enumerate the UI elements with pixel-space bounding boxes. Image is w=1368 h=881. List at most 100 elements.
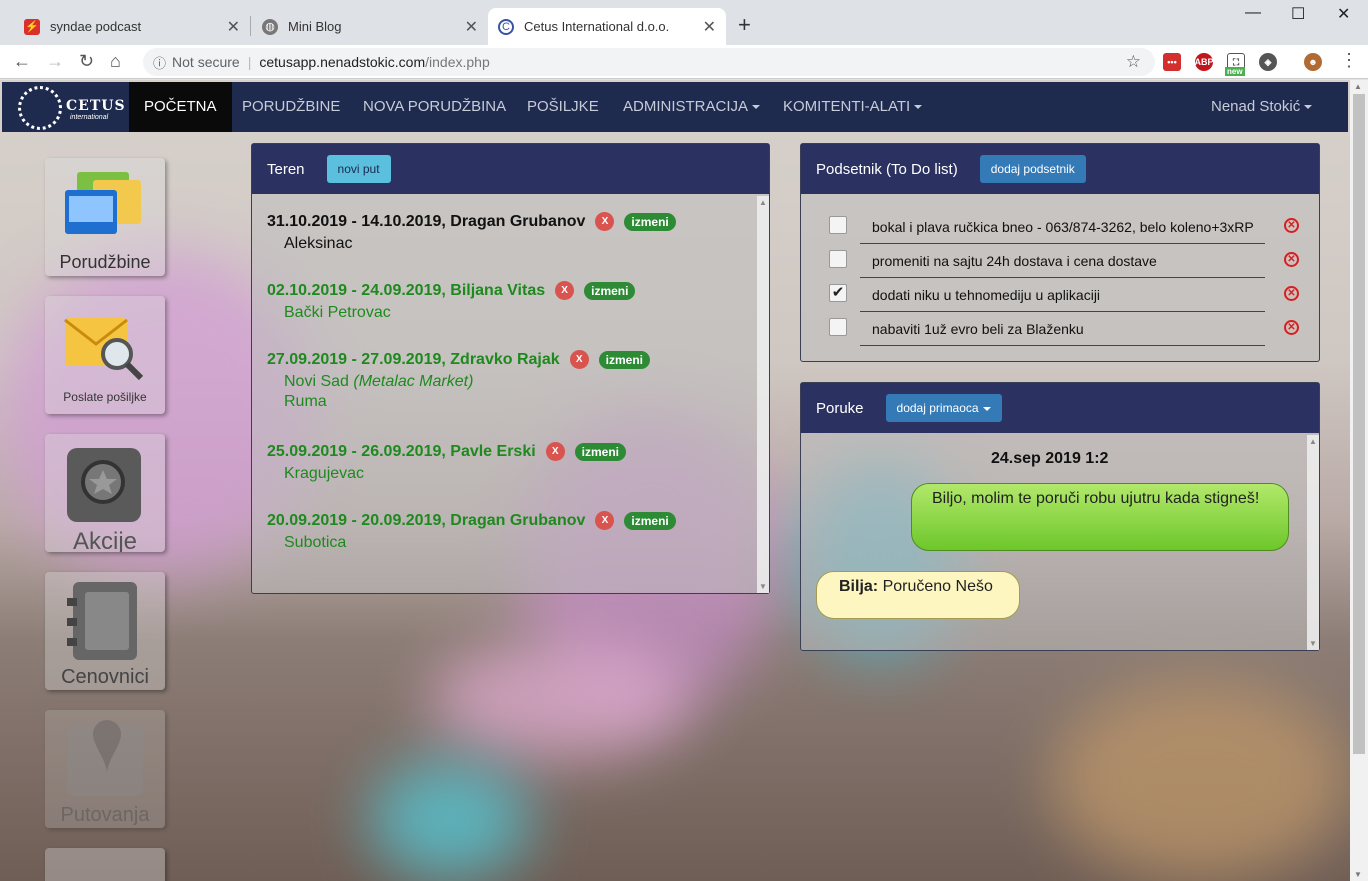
scroll-up-icon[interactable]: ▲ (1309, 437, 1317, 446)
new-tab-icon[interactable]: + (738, 12, 751, 38)
edit-trip-button[interactable]: izmeni (598, 350, 650, 369)
extension-dots-icon[interactable]: ••• (1163, 53, 1181, 71)
sidebar-label: Cenovnici (61, 666, 149, 688)
edit-trip-button[interactable]: izmeni (624, 511, 676, 530)
user-menu[interactable]: Nenad Stokić (1196, 82, 1327, 132)
address-bar[interactable]: ⓘ Not secure | cetusapp.nenadstokic.com … (143, 48, 1155, 76)
trip-place: Aleksinac (284, 235, 353, 252)
todo-text[interactable]: promeniti na sajtu 24h dostava i cena do… (860, 244, 1265, 278)
scroll-up-icon[interactable]: ▲ (1354, 82, 1362, 91)
trip-title[interactable]: 02.10.2019 - 24.09.2019, Biljana Vitas (267, 282, 545, 300)
info-icon[interactable]: ⓘ (153, 53, 166, 72)
minimize-icon[interactable]: — (1245, 4, 1261, 22)
sidebar-item-more[interactable] (45, 848, 165, 881)
nav-posiljke[interactable]: POŠILJKE (512, 82, 614, 132)
trip-entry: 02.10.2019 - 24.09.2019, Biljana Vitas X… (267, 281, 636, 322)
adblock-icon[interactable]: ABP (1195, 53, 1214, 71)
incoming-message-bubble: Bilja: Poručeno Nešo (816, 571, 1020, 619)
edit-trip-button[interactable]: izmeni (584, 281, 636, 300)
podcast-favicon-icon: ⚡ (24, 18, 40, 35)
delete-circle-icon[interactable]: ✕ (1284, 218, 1299, 233)
delete-trip-button[interactable]: X (569, 350, 589, 369)
trip-title[interactable]: 20.09.2019 - 20.09.2019, Dragan Grubanov (267, 512, 585, 530)
close-icon[interactable]: ✕ (703, 17, 716, 37)
trip-title[interactable]: 25.09.2019 - 26.09.2019, Pavle Erski (267, 443, 536, 461)
sidebar-item-porudzbine[interactable]: Porudžbine (45, 158, 165, 276)
trip-place: Kragujevac (284, 465, 365, 482)
sidebar-item-cenovnici[interactable]: Cenovnici (45, 572, 165, 690)
panel-title: Poruke (816, 399, 864, 417)
trip-entry: 27.09.2019 - 27.09.2019, Zdravko Rajak X… (267, 350, 650, 411)
button-label: dodaj primaoca (896, 401, 979, 415)
reload-icon[interactable]: ↻ (79, 51, 94, 72)
browser-tab-syndae[interactable]: ⚡ syndae podcast ✕ (14, 8, 250, 45)
tab-title: syndae podcast (50, 19, 142, 34)
edit-trip-button[interactable]: izmeni (574, 442, 627, 461)
todo-text[interactable]: nabaviti 1už evro beli za Blaženku (860, 312, 1265, 346)
back-arrow-icon[interactable]: ← (13, 51, 31, 72)
nav-administracija[interactable]: ADMINISTRACIJA (608, 82, 775, 132)
nav-porudzbine[interactable]: PORUDŽBINE (227, 82, 355, 132)
delete-circle-icon[interactable]: ✕ (1284, 286, 1299, 301)
delete-trip-button[interactable]: X (595, 511, 615, 530)
delete-trip-button[interactable]: X (545, 442, 565, 461)
profile-avatar[interactable]: ☻ (1304, 53, 1322, 71)
url-path: /index.php (425, 54, 490, 70)
poruke-panel: Poruke dodaj primaoca ▲ ▼ 24.sep 2019 1:… (800, 382, 1320, 651)
delete-circle-icon[interactable]: ✕ (1284, 252, 1299, 267)
todo-text[interactable]: dodati niku u tehnomediju u aplikaciji (860, 278, 1265, 312)
teren-panel: Teren novi put ▲ ▼ 31.10.2019 - 14.10.20… (251, 143, 770, 594)
scroll-down-icon[interactable]: ▼ (759, 582, 767, 591)
trip-title[interactable]: 31.10.2019 - 14.10.2019, Dragan Grubanov (267, 213, 585, 231)
todo-checkbox[interactable] (829, 250, 847, 268)
window-close-icon[interactable]: ✕ (1337, 4, 1350, 24)
sidebar-item-poslate-posiljke[interactable]: Poslate pošiljke (45, 296, 165, 414)
trip-place: Ruma (284, 393, 327, 410)
scrollbar-thumb[interactable] (1353, 94, 1365, 754)
nav-komitenti-alati[interactable]: KOMITENTI-ALATI (768, 82, 937, 132)
page-scrollbar[interactable]: ▲ ▼ (1350, 80, 1368, 881)
browser-tab-mini-blog[interactable]: ◍ Mini Blog ✕ (252, 8, 488, 45)
browser-tab-cetus[interactable]: C Cetus International d.o.o. ✕ (488, 8, 726, 45)
close-icon[interactable]: ✕ (465, 17, 478, 37)
sidebar-item-putovanja[interactable]: Putovanja (45, 710, 165, 828)
todo-item: ✔ dodati niku u tehnomediju u aplikaciji… (826, 278, 1299, 312)
scroll-up-icon[interactable]: ▲ (759, 198, 767, 207)
shield-extension-icon[interactable]: ◈ (1259, 53, 1277, 71)
todo-checkbox[interactable] (829, 216, 847, 234)
panel-title: Teren (267, 160, 305, 178)
home-icon[interactable]: ⌂ (110, 51, 121, 72)
teren-scrollbar[interactable]: ▲ ▼ (757, 196, 769, 593)
todo-text[interactable]: bokal i plava ručkica bneo - 063/874-326… (860, 210, 1265, 244)
sidebar-item-akcije[interactable]: Akcije (45, 434, 165, 552)
todo-checkbox-checked[interactable]: ✔ (829, 284, 847, 302)
map-pin-icon (67, 720, 143, 796)
novi-put-button[interactable]: novi put (326, 155, 391, 183)
delete-trip-button[interactable]: X (555, 281, 575, 300)
message-thread: 24.sep 2019 1:2 Biljo, molim te poruči r… (801, 435, 1306, 650)
close-icon[interactable]: ✕ (227, 17, 240, 37)
nav-nova-porudzbina[interactable]: NOVA PORUDŽBINA (348, 82, 521, 132)
dodaj-podsetnik-button[interactable]: dodaj podsetnik (979, 155, 1086, 183)
dodaj-primaoca-button[interactable]: dodaj primaoca (885, 394, 1002, 422)
delete-trip-button[interactable]: X (595, 212, 615, 231)
maximize-icon[interactable]: ☐ (1291, 4, 1305, 24)
promo-tag-icon (67, 448, 141, 522)
message-text: Poručeno Nešo (882, 578, 993, 595)
poruke-scrollbar[interactable]: ▲ ▼ (1307, 435, 1319, 650)
caret-down-icon (914, 105, 923, 110)
nav-pocetna[interactable]: POČETNA (129, 82, 232, 132)
scroll-down-icon[interactable]: ▼ (1354, 870, 1362, 879)
trip-place-note: (Metalac Market) (353, 373, 474, 390)
url-host: cetusapp.nenadstokic.com (259, 54, 426, 70)
menu-dots-icon[interactable]: ⋮ (1340, 50, 1358, 71)
globe-icon: ◍ (262, 18, 278, 35)
trip-title[interactable]: 27.09.2019 - 27.09.2019, Zdravko Rajak (267, 351, 560, 369)
edit-trip-button[interactable]: izmeni (624, 212, 676, 231)
delete-circle-icon[interactable]: ✕ (1284, 320, 1299, 335)
todo-checkbox[interactable] (829, 318, 847, 336)
cetus-logo[interactable]: CETUS international (18, 86, 125, 130)
forward-arrow-icon[interactable]: → (46, 51, 64, 72)
scroll-down-icon[interactable]: ▼ (1309, 639, 1317, 648)
bookmark-star-icon[interactable]: ☆ (1126, 52, 1141, 72)
